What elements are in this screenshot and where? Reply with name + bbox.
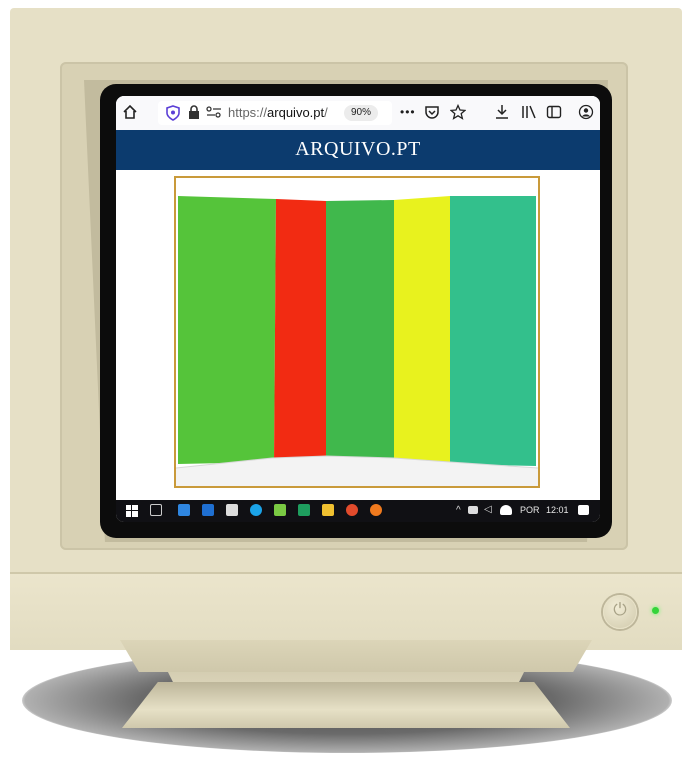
stripe-teal xyxy=(450,196,536,466)
library-icon[interactable] xyxy=(520,104,538,125)
chrome-icon[interactable] xyxy=(346,504,358,516)
firefox-icon[interactable] xyxy=(370,504,382,516)
account-icon[interactable] xyxy=(578,104,594,125)
sidebar-icon[interactable] xyxy=(546,104,562,125)
power-led xyxy=(652,607,659,614)
download-icon[interactable] xyxy=(494,104,510,125)
color-stripes-artwork xyxy=(178,196,536,466)
site-permissions-icon[interactable] xyxy=(206,105,222,124)
monitor-stand-base xyxy=(122,682,570,728)
stripe-green xyxy=(178,196,276,464)
url-text[interactable]: https://arquivo.pt/ xyxy=(228,105,328,120)
browser-toolbar: https://arquivo.pt/ 90% ••• xyxy=(116,96,600,131)
clock[interactable]: 12:01 xyxy=(546,505,569,515)
notifications-icon[interactable] xyxy=(578,505,589,515)
power-button[interactable]: ⏻ xyxy=(603,595,637,629)
power-icon: ⏻ xyxy=(613,600,627,619)
site-title[interactable]: ARQUIVO.PT xyxy=(116,138,600,161)
edge-icon[interactable] xyxy=(250,504,262,516)
monitor-lower-panel xyxy=(10,572,682,650)
home-icon[interactable] xyxy=(122,104,138,125)
pocket-icon[interactable] xyxy=(424,104,440,125)
page-actions-icon[interactable]: ••• xyxy=(400,103,416,121)
outlook-icon[interactable] xyxy=(202,504,214,516)
app-icon-1[interactable] xyxy=(274,504,286,516)
bookmark-star-icon[interactable] xyxy=(449,103,467,125)
zoom-level-badge[interactable]: 90% xyxy=(344,105,378,121)
mail-app-icon[interactable] xyxy=(178,504,190,516)
wall-floor xyxy=(176,455,538,486)
artwork-frame xyxy=(174,176,540,488)
stripe-yellow xyxy=(394,196,450,464)
task-view-icon[interactable] xyxy=(150,504,162,516)
cloud-icon[interactable] xyxy=(500,505,512,515)
chevron-up-icon[interactable]: ^ xyxy=(456,505,461,517)
screen: https://arquivo.pt/ 90% ••• ARQUIVO.PT ^… xyxy=(116,96,600,522)
monitor-bottom-slab xyxy=(120,640,592,672)
store-icon[interactable] xyxy=(226,504,238,516)
lock-icon[interactable] xyxy=(188,105,200,124)
url-bar[interactable]: https://arquivo.pt/ 90% xyxy=(158,101,392,125)
file-explorer-icon[interactable] xyxy=(322,504,334,516)
windows-taskbar: ^ ◁ POR 12:01 xyxy=(116,500,600,522)
windows-start-icon[interactable] xyxy=(126,504,138,517)
volume-icon[interactable]: ◁ xyxy=(484,504,492,516)
app-icon-2[interactable] xyxy=(298,504,310,516)
shield-icon[interactable] xyxy=(166,105,180,126)
site-banner: ARQUIVO.PT xyxy=(116,130,600,170)
language-indicator[interactable]: POR xyxy=(520,505,540,515)
stripe-mid-green xyxy=(326,200,394,462)
battery-icon[interactable] xyxy=(468,506,478,514)
stripe-red xyxy=(274,199,326,462)
